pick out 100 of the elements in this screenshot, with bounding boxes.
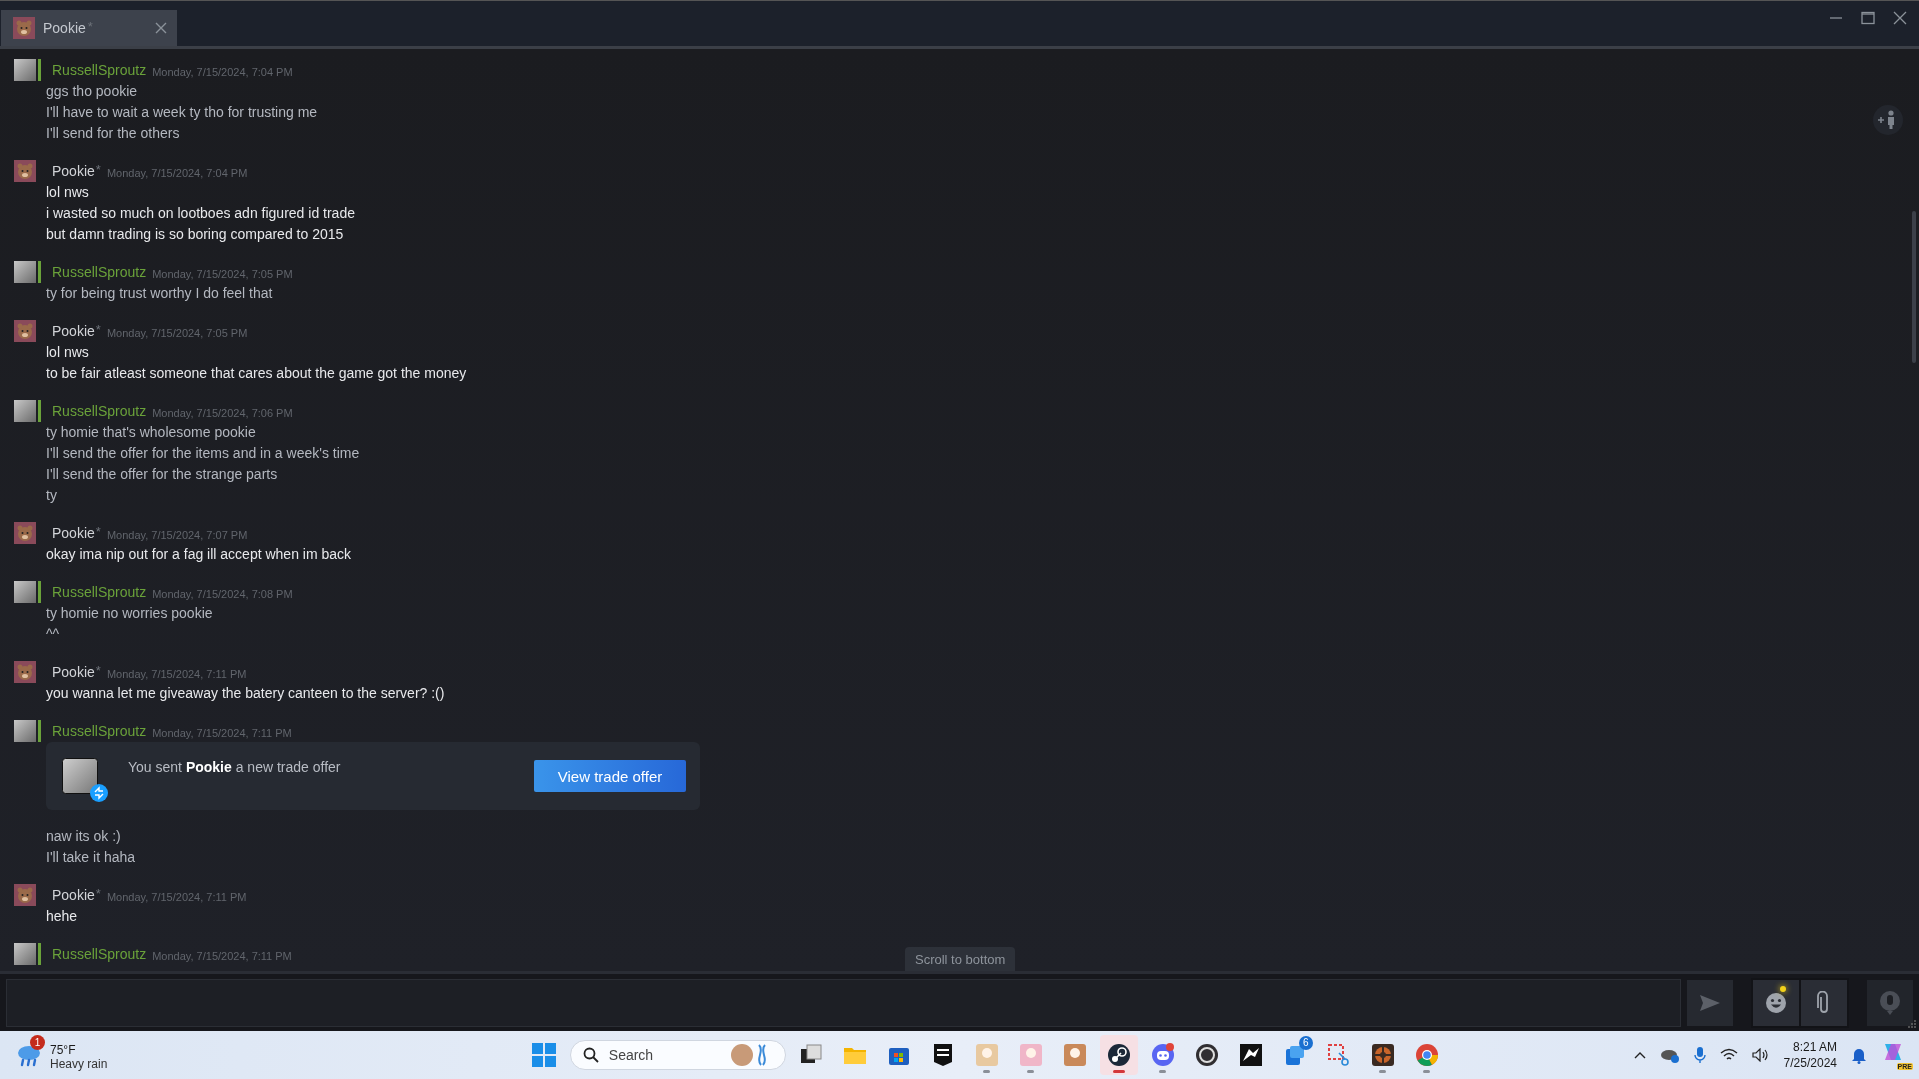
bear-avatar-icon bbox=[13, 17, 35, 39]
author-name[interactable]: RussellSproutz bbox=[52, 946, 147, 962]
author-name[interactable]: RussellSproutz bbox=[52, 264, 147, 280]
author-name[interactable]: RussellSproutz bbox=[52, 584, 147, 600]
temperature: 75°F bbox=[50, 1043, 77, 1057]
author-name[interactable]: Pookie bbox=[52, 664, 95, 680]
record-app-icon bbox=[1194, 1043, 1219, 1067]
bear-avatar-icon[interactable] bbox=[14, 160, 36, 182]
close-icon[interactable] bbox=[155, 22, 167, 34]
message-text: ty bbox=[46, 486, 57, 505]
author-name[interactable]: Pookie bbox=[52, 163, 95, 179]
nickname-mark: * bbox=[95, 322, 101, 337]
message-input-field[interactable] bbox=[6, 978, 1681, 1027]
message-text: hehe bbox=[46, 907, 78, 926]
bear-avatar-icon[interactable] bbox=[14, 661, 36, 683]
timestamp: Monday, 7/15/2024, 7:08 PM bbox=[152, 587, 293, 600]
scroll-to-bottom-button[interactable]: Scroll to bottom bbox=[905, 947, 1016, 971]
close-icon[interactable] bbox=[1893, 10, 1907, 25]
send-button[interactable] bbox=[1687, 979, 1733, 1026]
notification-badge: 1 bbox=[30, 1035, 45, 1050]
message-text: you wanna let me giveaway the batery canteen to the server? :() bbox=[46, 684, 445, 703]
author-name[interactable]: Pookie bbox=[52, 887, 95, 903]
author-name[interactable]: Pookie bbox=[52, 525, 95, 541]
nickname-mark: * bbox=[95, 663, 101, 678]
search-highlight-drawing bbox=[728, 1042, 769, 1068]
timestamp: Monday, 7/15/2024, 7:04 PM bbox=[152, 65, 293, 78]
bear-avatar-icon[interactable] bbox=[14, 320, 36, 342]
microphone-icon[interactable] bbox=[1693, 1046, 1706, 1064]
timestamp: Monday, 7/15/2024, 7:04 PM bbox=[106, 166, 248, 179]
paperclip-icon bbox=[1817, 990, 1831, 1015]
message-text: naw its ok :) bbox=[46, 827, 121, 846]
chevron-up-icon[interactable] bbox=[1633, 1051, 1646, 1059]
tab-title: Pookie bbox=[43, 20, 86, 36]
app-icon bbox=[974, 1043, 999, 1067]
avatar-icon[interactable] bbox=[14, 720, 36, 742]
speaker-icon[interactable] bbox=[1751, 1048, 1770, 1062]
chat-app-icon bbox=[1150, 1043, 1175, 1067]
author-name[interactable]: RussellSproutz bbox=[52, 723, 147, 739]
bear-avatar-icon[interactable] bbox=[14, 522, 36, 544]
item-icon bbox=[62, 758, 98, 794]
message-text: I'll take it haha bbox=[46, 848, 136, 867]
search-input-field[interactable]: Search bbox=[606, 1046, 721, 1064]
author-name[interactable]: RussellSproutz bbox=[52, 403, 147, 419]
message-text: okay ima nip out for a fag ill accept when im back bbox=[46, 545, 352, 564]
avatar-icon[interactable] bbox=[14, 943, 36, 965]
message-text: I'll send for the others bbox=[46, 124, 180, 143]
timestamp: Monday, 7/15/2024, 7:11 PM bbox=[152, 726, 292, 739]
weather-condition: Heavy rain bbox=[50, 1057, 108, 1071]
message-text: lol nws bbox=[46, 183, 89, 202]
bear-avatar-icon[interactable] bbox=[14, 884, 36, 906]
search-bar[interactable]: Search bbox=[569, 1040, 786, 1070]
message-text: ty homie that's wholesome pookie bbox=[46, 423, 256, 442]
timestamp: Monday, 7/15/2024, 7:11 PM bbox=[152, 949, 292, 962]
chat-tab[interactable]: Pookie* bbox=[1, 10, 177, 46]
avatar-icon[interactable] bbox=[14, 261, 36, 283]
message-text: ty homie no worries pookie bbox=[46, 604, 213, 623]
message-text: I'll have to wait a week ty tho for trusting me bbox=[46, 103, 318, 122]
message-text: ^^ bbox=[46, 625, 60, 644]
maximize-icon[interactable] bbox=[1861, 10, 1875, 25]
avatar-icon[interactable] bbox=[14, 59, 36, 81]
message-text: I'll send the offer for the items and in a week's time bbox=[46, 444, 360, 463]
game-logo-icon bbox=[1370, 1043, 1395, 1067]
add-friend-icon[interactable] bbox=[1873, 105, 1903, 135]
scrollbar-thumb[interactable] bbox=[1912, 211, 1916, 363]
date-text: 7/25/2024 bbox=[1783, 1055, 1837, 1071]
bell-icon[interactable] bbox=[1851, 1046, 1867, 1064]
message-text: ty for being trust worthy I do feel that bbox=[46, 284, 273, 303]
trade-offer-text: You sent Pookie a new trade offer bbox=[128, 759, 342, 775]
app-icon bbox=[1018, 1043, 1043, 1067]
message-text: but damn trading is so boring compared to 2015 bbox=[46, 225, 344, 244]
chrome-icon bbox=[1414, 1043, 1439, 1067]
timestamp: Monday, 7/15/2024, 7:11 PM bbox=[106, 667, 247, 680]
taskbar-app[interactable] bbox=[1099, 1035, 1138, 1075]
snipping-tool-icon bbox=[1326, 1043, 1351, 1067]
nickname-mark: * bbox=[95, 524, 101, 539]
resize-grip-icon[interactable] bbox=[1907, 1019, 1917, 1029]
taskbar-app[interactable]: 6 bbox=[1275, 1035, 1314, 1075]
avatar-icon[interactable] bbox=[14, 581, 36, 603]
message-text: to be fair atleast someone that cares about the game got the money bbox=[46, 364, 467, 383]
avatar-icon[interactable] bbox=[14, 400, 36, 422]
trade-arrows-icon bbox=[90, 784, 108, 802]
notification-badge: 6 bbox=[1298, 1036, 1313, 1050]
clock[interactable]: 8:21 AM 7/25/2024 bbox=[1783, 1039, 1837, 1071]
windows-start-icon[interactable] bbox=[531, 1043, 556, 1067]
author-name[interactable]: Pookie bbox=[52, 323, 95, 339]
wifi-icon[interactable] bbox=[1719, 1048, 1738, 1062]
timestamp: Monday, 7/15/2024, 7:06 PM bbox=[152, 406, 293, 419]
author-name[interactable]: RussellSproutz bbox=[52, 62, 147, 78]
emoticon-button[interactable] bbox=[1753, 979, 1799, 1026]
view-trade-offer-button[interactable]: View trade offer bbox=[534, 760, 686, 792]
timestamp: Monday, 7/15/2024, 7:11 PM bbox=[106, 890, 247, 903]
send-icon bbox=[1699, 993, 1721, 1012]
smiley-icon bbox=[1765, 991, 1787, 1014]
message-text: lol nws bbox=[46, 343, 89, 362]
time-text: 8:21 AM bbox=[1792, 1039, 1837, 1055]
nickname-mark: * bbox=[87, 19, 93, 34]
app-icon bbox=[1062, 1043, 1087, 1067]
attach-button[interactable] bbox=[1801, 979, 1847, 1026]
weather-widget[interactable]: 1 75°F Heavy rain bbox=[16, 1035, 216, 1075]
message-text: ggs tho pookie bbox=[46, 82, 138, 101]
